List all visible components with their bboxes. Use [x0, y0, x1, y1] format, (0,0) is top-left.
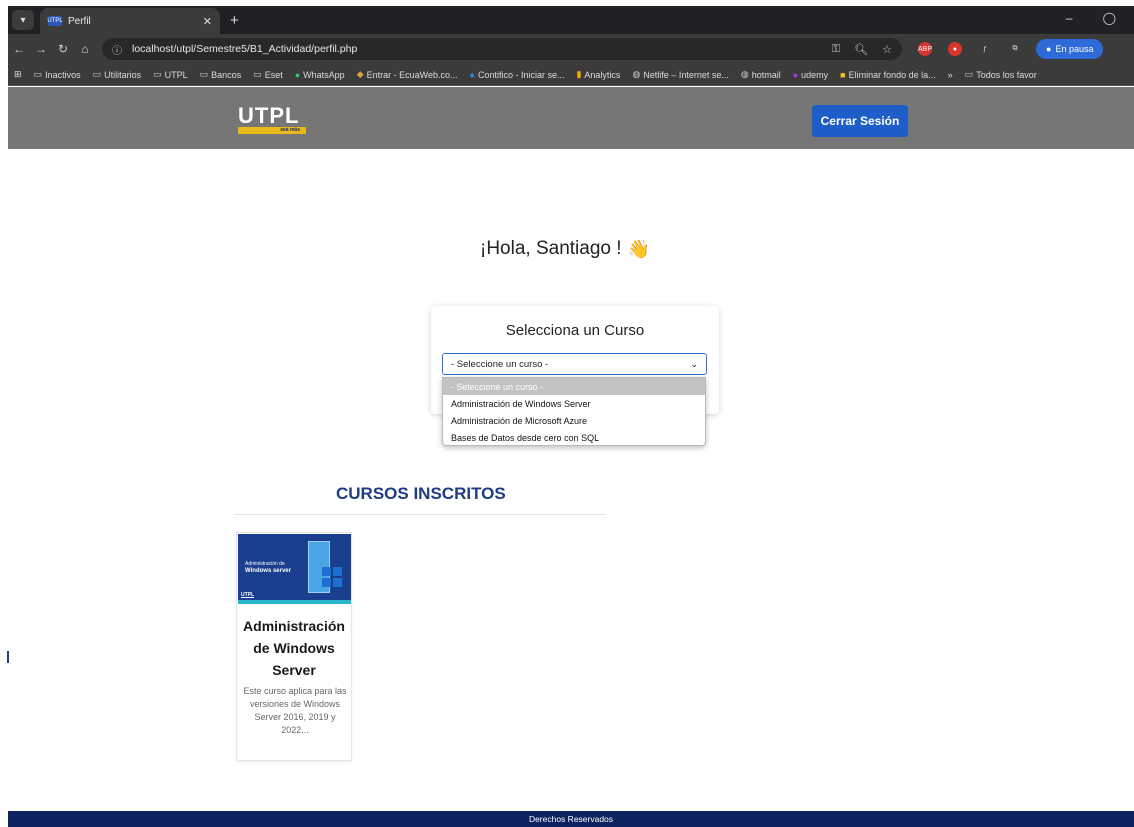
course-select-value: - Seleccione un curso - [451, 358, 549, 370]
tab-favicon-icon: UTPL [47, 16, 63, 26]
tab-list-chevron-icon[interactable]: ▾ [12, 10, 34, 30]
minimize-icon[interactable]: – [1066, 11, 1073, 25]
home-icon[interactable]: ⌂ [74, 42, 96, 56]
bookmark-item[interactable]: ▭ UTPL [153, 69, 188, 80]
bookmarks-overflow[interactable]: » [948, 70, 953, 80]
extensions-puzzle-icon[interactable]: ⧉ [1008, 42, 1022, 56]
remove-bg-icon: ■ [840, 69, 846, 80]
bookmark-item[interactable]: ■ Eliminar fondo de la... [840, 70, 935, 80]
tab-close-icon[interactable]: ✕ [203, 15, 212, 28]
window-controls: – ◯ [1066, 11, 1116, 25]
divider [234, 514, 606, 515]
logout-button[interactable]: Cerrar Sesión [812, 105, 908, 137]
greeting: ¡Hola, Santiago ! 👋 [480, 238, 650, 260]
bookmark-item[interactable]: ● Contifico - Iniciar se... [470, 70, 565, 80]
dropdown-option[interactable]: Administración de Windows Server [443, 395, 705, 412]
bookmark-item[interactable]: ● udemy [793, 70, 828, 80]
course-dropdown-list: - Seleccione un curso - Administración d… [442, 377, 706, 446]
chevron-down-icon: ⌄ [690, 358, 698, 369]
browser-toolbar: ← → ↻ ⌂ ⓘ localhost/utpl/Semestre5/B1_Ac… [8, 34, 1134, 64]
bookmark-item[interactable]: ◍ hotmail [741, 69, 781, 80]
whatsapp-icon: ● [294, 69, 301, 80]
logo-text: UTPL [238, 103, 300, 128]
utpl-logo: UTPL sea más [238, 103, 316, 134]
globe-icon: ◍ [632, 69, 641, 79]
bookmark-item[interactable]: ▮ Analytics [576, 69, 620, 80]
thumbnail-caption: Administración de Windows server [245, 561, 291, 574]
waving-hand-icon: 👋 [627, 238, 650, 259]
windows-logo-icon [322, 567, 342, 587]
bookmark-item[interactable]: ● WhatsApp [295, 70, 345, 80]
paused-label: En pausa [1055, 44, 1094, 54]
course-select[interactable]: - Seleccione un curso - ⌄ [442, 353, 707, 375]
browser-tabbar: ▾ UTPL Perfil ✕ + – ◯ [8, 6, 1134, 34]
course-select-title: Selecciona un Curso [505, 322, 645, 339]
bookmark-item[interactable]: ◆ Entrar - EcuaWeb.co... [357, 69, 458, 80]
folder-icon: ▭ [199, 69, 209, 79]
analytics-icon: ▮ [576, 69, 582, 79]
bookmark-item[interactable]: ▭ Todos los favor [965, 69, 1037, 80]
text-cursor-mark [7, 651, 9, 663]
globe-icon: ◍ [740, 69, 749, 79]
site-info-icon[interactable]: ⓘ [112, 42, 126, 57]
back-icon[interactable]: ← [8, 42, 30, 56]
omnibox-actions: ⚿ 🔍︎ ☆ [832, 43, 892, 56]
page: ▾ UTPL Perfil ✕ + – ◯ ← → ↻ ⌂ ⓘ localhos… [0, 0, 1134, 827]
thumbnail-brand: UTPL [241, 592, 255, 598]
browser-tab[interactable]: UTPL Perfil ✕ [40, 8, 220, 34]
address-url[interactable]: localhost/utpl/Semestre5/B1_Actividad/pe… [132, 43, 832, 55]
folder-icon: ▭ [964, 69, 974, 79]
dropdown-option[interactable]: Administración de Microsoft Azure [443, 412, 705, 429]
extension-icon[interactable]: ● [948, 42, 962, 56]
bookmarks-bar: ⊞ ▭ Inactivos ▭ Utilitarios ▭ UTPL ▭ Bancos … [8, 64, 1134, 86]
thumbnail-accent-bar [238, 600, 351, 604]
password-key-icon[interactable]: ⚿ [832, 43, 840, 56]
folder-icon: ▭ [92, 69, 102, 79]
bookmark-item[interactable]: ◍ Netlife – Internet se... [632, 69, 728, 80]
course-card-title[interactable]: Administración de Windows Server [237, 615, 351, 681]
restore-icon[interactable]: ◯ [1103, 11, 1116, 25]
bookmark-item[interactable]: ▭ Inactivos [34, 69, 81, 80]
apps-grid-icon[interactable]: ⊞ [14, 69, 22, 80]
reload-icon[interactable]: ↻ [52, 42, 74, 56]
tab-title: Perfil [68, 15, 91, 27]
folder-icon: ▭ [33, 69, 43, 79]
address-bar[interactable]: ⓘ localhost/utpl/Semestre5/B1_Actividad/… [102, 38, 902, 60]
forward-icon[interactable]: → [30, 42, 52, 56]
extensions: ABP ● ƒ ⧉ [918, 42, 1022, 56]
adblock-extension-icon[interactable]: ABP [918, 42, 932, 56]
course-thumbnail: Administración de Windows server UTPL [238, 534, 351, 604]
folder-icon: ▭ [253, 69, 262, 79]
course-card[interactable]: Administración de Windows server UTPL Ad… [236, 532, 352, 761]
profile-avatar-icon: ● [1046, 44, 1052, 54]
new-tab-icon[interactable]: + [230, 12, 239, 29]
bookmark-item[interactable]: ▭ Bancos [200, 69, 242, 80]
site-footer: Derechos Reservados [8, 811, 1134, 827]
site-header: UTPL sea más Cerrar Sesión [8, 87, 1134, 149]
font-extension-icon[interactable]: ƒ [978, 42, 992, 56]
greeting-text: ¡Hola, Santiago ! [480, 238, 622, 259]
bookmark-item[interactable]: ▭ Utilitarios [93, 69, 142, 80]
udemy-icon: ● [792, 69, 799, 80]
folder-icon: ▭ [153, 69, 162, 79]
profile-paused-button[interactable]: ● En pausa [1036, 39, 1104, 59]
bookmark-item[interactable]: ▭ Eset [253, 69, 283, 80]
zoom-icon[interactable]: 🔍︎ [854, 43, 868, 56]
dropdown-option[interactable]: - Seleccione un curso - [443, 378, 705, 395]
dropdown-option[interactable]: Bases de Datos desde cero con SQL [443, 429, 705, 446]
logo-tagline: sea más [238, 127, 306, 134]
ecuaweb-icon: ◆ [356, 69, 364, 79]
course-card-description: Este curso aplica para las versiones de … [243, 686, 347, 735]
enrolled-courses-title: CURSOS INSCRITOS [336, 484, 506, 503]
bookmark-star-icon[interactable]: ☆ [882, 43, 892, 56]
contifico-icon: ● [469, 69, 475, 80]
